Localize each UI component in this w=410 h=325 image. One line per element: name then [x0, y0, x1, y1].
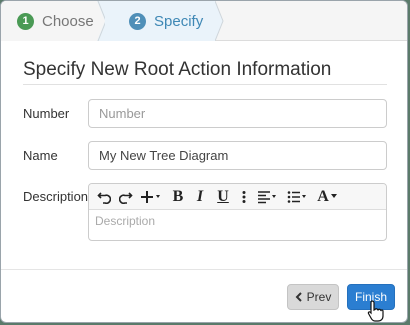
chevron-left-icon	[295, 292, 302, 302]
description-label: Description	[23, 189, 89, 204]
step-choose[interactable]: 1 Choose	[1, 1, 105, 41]
redo-icon[interactable]	[115, 186, 137, 208]
name-input[interactable]	[88, 141, 387, 170]
step-specify[interactable]: 2 Specify	[105, 1, 215, 41]
italic-icon[interactable]: I	[189, 186, 211, 208]
wizard-dialog: 1 Choose 2 Specify Specify New Root Acti…	[0, 0, 408, 323]
insert-icon[interactable]	[137, 186, 167, 208]
editor-toolbar: B I U A	[89, 184, 386, 210]
step-end-icon	[215, 1, 224, 41]
title-divider	[23, 84, 387, 85]
align-icon[interactable]	[253, 186, 283, 208]
bold-icon[interactable]: B	[167, 186, 189, 208]
prev-button[interactable]: Prev	[287, 284, 339, 310]
prev-label: Prev	[306, 290, 332, 304]
name-label: Name	[23, 148, 58, 163]
list-icon[interactable]	[283, 186, 313, 208]
step-label-specify: Specify	[154, 12, 204, 30]
step-number-2: 2	[129, 12, 146, 30]
step-label-choose: Choose	[42, 12, 94, 30]
form-title: Specify New Root Action Information	[23, 59, 332, 80]
wizard-steps: 1 Choose 2 Specify	[1, 1, 407, 41]
step-number-1: 1	[17, 12, 34, 30]
hand-cursor-icon	[367, 300, 384, 322]
more-icon[interactable]	[235, 186, 253, 208]
underline-icon[interactable]: U	[211, 186, 235, 208]
description-placeholder: Description	[95, 214, 156, 228]
font-icon[interactable]: A	[313, 186, 343, 208]
undo-icon[interactable]	[93, 186, 115, 208]
font-icon-letter: A	[317, 187, 329, 205]
number-input[interactable]	[88, 99, 387, 128]
footer-divider	[1, 269, 407, 270]
number-label: Number	[23, 106, 70, 121]
description-editor[interactable]: B I U A Description	[88, 183, 387, 241]
